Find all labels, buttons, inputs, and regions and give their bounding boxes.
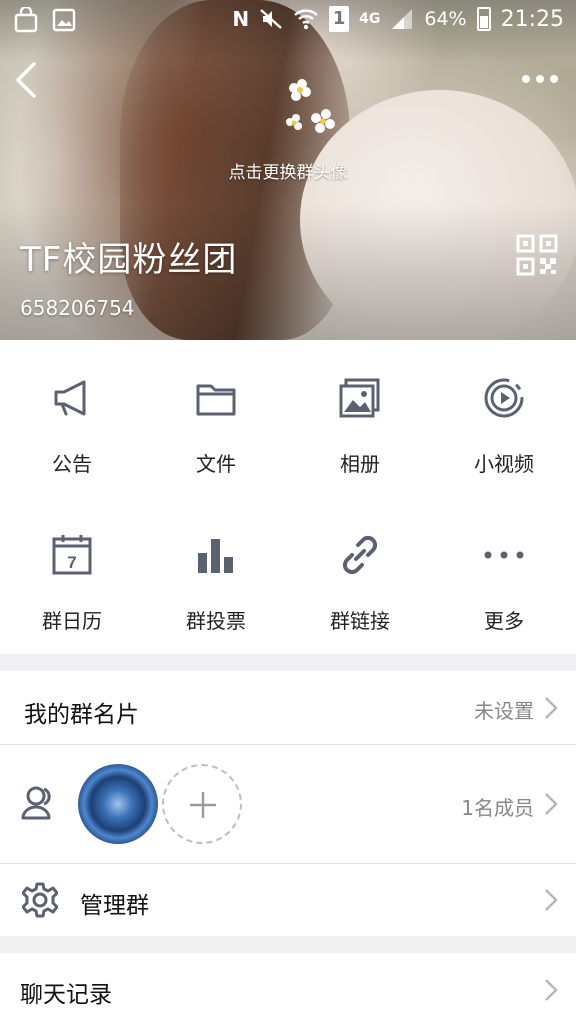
link-icon: [342, 535, 378, 575]
folder-icon: [196, 384, 236, 416]
group-name: TF校园粉丝团: [20, 240, 238, 280]
more-options-button[interactable]: [522, 68, 562, 90]
gear-icon: [22, 882, 58, 918]
calendar-icon: 7: [52, 535, 92, 575]
chevron-right-icon: [545, 889, 558, 911]
my-group-card-title: 我的群名片: [24, 702, 139, 728]
sim-slot-badge: 1: [329, 6, 350, 32]
status-bar: N 1 4G 64% 21:25: [0, 0, 576, 40]
my-group-card-value: 未设置: [474, 699, 534, 723]
battery-icon: [476, 7, 491, 31]
member-avatar[interactable]: [78, 764, 158, 844]
my-group-card-row[interactable]: 我的群名片 未设置: [0, 671, 576, 745]
member-count: 1名成员: [461, 796, 534, 820]
feature-vote[interactable]: 群投票: [144, 497, 288, 654]
group-cover-image[interactable]: N 1 4G 64% 21:25 点击更换群头像 TF校园粉丝团 6582067…: [0, 0, 576, 340]
feature-label: 相册: [340, 452, 380, 476]
feature-grid: 公告 文件 相册 小视频 7 群日历 群投票 群链接 更多: [0, 340, 576, 654]
feature-label: 群日历: [42, 609, 102, 633]
clock: 21:25: [500, 6, 564, 32]
feature-album[interactable]: 相册: [288, 340, 432, 497]
dot: [536, 75, 544, 83]
dot: [522, 75, 530, 83]
signal-icon: [392, 9, 413, 29]
feature-label: 公告: [52, 452, 92, 476]
shopping-bag-icon: [14, 7, 38, 33]
more-dots-icon: [484, 551, 524, 559]
feature-files[interactable]: 文件: [144, 340, 288, 497]
dot: [550, 75, 558, 83]
feature-calendar[interactable]: 7 群日历: [0, 497, 144, 654]
bar-chart-icon: [198, 539, 233, 573]
feature-label: 小视频: [474, 452, 534, 476]
video-icon: [484, 378, 524, 418]
feature-short-video[interactable]: 小视频: [432, 340, 576, 497]
feature-label: 文件: [196, 452, 236, 476]
nfc-icon: N: [232, 7, 250, 31]
feature-announcement[interactable]: 公告: [0, 340, 144, 497]
wifi-icon: [294, 9, 318, 30]
members-row[interactable]: 1名成员: [0, 745, 576, 863]
qr-code-icon[interactable]: [516, 234, 558, 276]
change-avatar-hint[interactable]: 点击更换群头像: [0, 158, 576, 183]
battery-percent: 64%: [424, 8, 467, 30]
feature-label: 群投票: [186, 609, 246, 633]
group-id: 658206754: [20, 296, 135, 320]
photo-album-icon: [339, 378, 380, 418]
calendar-day: 7: [67, 553, 76, 572]
mute-icon: [260, 9, 282, 29]
network-type: 4G: [359, 11, 381, 27]
chat-history-row[interactable]: 聊天记录: [0, 953, 576, 1024]
image-notification-icon: [52, 8, 76, 32]
feature-link[interactable]: 群链接: [288, 497, 432, 654]
chevron-right-icon: [545, 793, 558, 815]
chat-history-title: 聊天记录: [20, 982, 112, 1008]
back-arrow-icon[interactable]: [12, 60, 40, 100]
manage-group-title: 管理群: [80, 893, 149, 919]
chevron-right-icon: [545, 979, 558, 1001]
manage-group-row[interactable]: 管理群: [0, 864, 576, 936]
megaphone-icon: [54, 380, 86, 416]
chevron-right-icon: [545, 697, 558, 719]
feature-label: 群链接: [330, 609, 390, 633]
feature-more[interactable]: 更多: [432, 497, 576, 654]
members-icon: [21, 786, 51, 820]
feature-label: 更多: [484, 609, 524, 633]
add-member-button[interactable]: [162, 764, 242, 844]
plus-icon: [190, 792, 216, 818]
